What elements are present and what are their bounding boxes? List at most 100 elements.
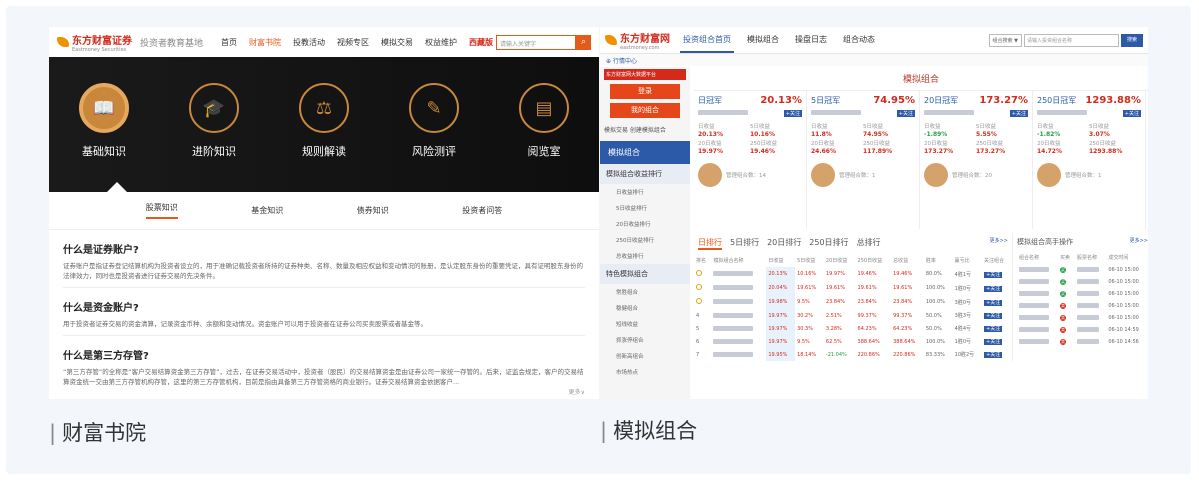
name-cell[interactable]	[711, 348, 766, 361]
qa-question[interactable]: 什么是证券账户?	[63, 241, 585, 256]
table-row[interactable]: 6 19.97% 9.5% 62.5% 388.64% 388.64% 100.0% 1胜0亏…	[694, 335, 1012, 348]
rank-tab[interactable]: 总排行	[857, 237, 881, 250]
sidebar-link[interactable]: 创新高组合	[600, 348, 690, 364]
follow-button[interactable]: +关注	[783, 110, 802, 117]
nav-item[interactable]: 权益维护	[425, 37, 457, 48]
nav-item[interactable]: 模拟交易	[381, 37, 413, 48]
top-tab[interactable]: 模拟组合	[744, 28, 782, 53]
table-row[interactable]: 买 06-10 15:00	[1017, 264, 1148, 276]
table-row[interactable]: 19.98% 9.5% 23.84% 23.84% 23.84% 100.0% 3胜0亏 +关…	[694, 295, 1012, 309]
name-cell[interactable]	[1017, 276, 1058, 288]
name-cell[interactable]	[1017, 312, 1058, 324]
sidebar-section-title[interactable]: 模拟组合	[600, 141, 690, 164]
hero-item[interactable]: ▤ 阅览室	[504, 83, 584, 159]
name-cell[interactable]	[711, 322, 766, 335]
name-cell[interactable]	[1017, 264, 1058, 276]
follow-button[interactable]: +关注	[984, 352, 1003, 358]
search-type-select[interactable]: 组合搜索 ▼	[988, 33, 1022, 47]
sidebar-link[interactable]: 稳健组合	[600, 300, 690, 316]
sidebar-group-ranking[interactable]: 模拟组合收益排行	[600, 164, 690, 184]
table-row[interactable]: 卖 06-10 14:56	[1017, 336, 1148, 348]
nav-item[interactable]: 投教活动	[293, 37, 325, 48]
search-input[interactable]: 请输入投资组合名称	[1023, 33, 1119, 47]
nav-item[interactable]: 财富书院	[249, 37, 281, 48]
search-input[interactable]: 请输入关键字	[496, 34, 576, 50]
follow-button[interactable]: +关注	[984, 313, 1003, 319]
follow-button[interactable]: +关注	[984, 326, 1003, 332]
champion-card[interactable]: 250日冠军 1293.88% +关注 日收益 5日收益 -1.82% 3.07% 20日收益…	[1033, 91, 1146, 229]
brand-logo[interactable]: 东方财富网 eastmoney.com	[605, 30, 670, 51]
table-row[interactable]: 买 06-10 15:00	[1017, 288, 1148, 300]
rank-tab[interactable]: 250日排行	[809, 237, 848, 250]
follow-button[interactable]: +关注	[1122, 110, 1141, 117]
follow-button[interactable]: +关注	[984, 299, 1003, 306]
table-row[interactable]: 20.13% 10.16% 19.97% 19.46% 19.46% 80.0% 4胜1亏 +…	[694, 267, 1012, 281]
bigdata-banner[interactable]: 东方财富网大数据平台	[604, 69, 686, 80]
more-link[interactable]: 更多>>	[1130, 237, 1148, 247]
top-tab[interactable]: 投资组合首页	[680, 28, 734, 53]
login-button[interactable]: 登录	[610, 84, 680, 99]
sidebar-link[interactable]: 250日收益排行	[600, 232, 690, 248]
name-cell[interactable]	[711, 295, 766, 309]
name-cell[interactable]	[711, 309, 766, 322]
table-row[interactable]: 卖 06-10 15:00	[1017, 300, 1148, 312]
my-portfolio-button[interactable]: 我的组合	[610, 103, 680, 118]
more-link[interactable]: 更多∨	[569, 387, 585, 396]
nav-item[interactable]: 视频专区	[337, 37, 369, 48]
table-row[interactable]: 卖 06-10 15:00	[1017, 312, 1148, 324]
more-link[interactable]: 更多>>	[990, 237, 1008, 250]
sidebar-link[interactable]: 日收益排行	[600, 184, 690, 200]
top-tab[interactable]: 操盘日志	[792, 28, 830, 53]
sidebar-link[interactable]: 5日收益排行	[600, 200, 690, 216]
table-row[interactable]: 4 19.97% 30.2% 2.51% 99.37% 99.37% 50.0% 3胜3亏 +关…	[694, 309, 1012, 322]
sub-tab[interactable]: 股票知识	[145, 202, 178, 219]
avatar[interactable]	[698, 163, 722, 187]
rank-tab[interactable]: 20日排行	[767, 237, 801, 250]
name-cell[interactable]	[711, 335, 766, 348]
sidebar-group-featured[interactable]: 特色模拟组合	[600, 264, 690, 284]
champion-card[interactable]: 日冠军 20.13% +关注 日收益 5日收益 20.13% 10.16% 20日收益 250日…	[694, 91, 807, 229]
hero-item[interactable]: ⚖ 规则解读	[284, 83, 364, 159]
name-cell[interactable]	[1017, 324, 1058, 336]
nav-item[interactable]: 首页	[221, 37, 237, 48]
search-button[interactable]: 搜索	[1120, 33, 1143, 47]
brand-logo[interactable]: 东方财富证券 Eastmoney Securities	[57, 32, 132, 53]
sidebar-link[interactable]: 常胜组合	[600, 284, 690, 300]
table-row[interactable]: 买 06-10 15:00	[1017, 276, 1148, 288]
follow-button[interactable]: +关注	[1009, 110, 1028, 117]
champion-card[interactable]: 5日冠军 74.95% +关注 日收益 5日收益 11.8% 74.95% 20日收益 250日…	[807, 91, 920, 229]
hero-item[interactable]: 🎓 进阶知识	[174, 83, 254, 159]
table-row[interactable]: 5 19.97% 30.3% 3.28% 64.23% 64.23% 50.0% 4胜4亏 +关…	[694, 322, 1012, 335]
table-row[interactable]: 7 19.95% 18.14% -21.04% 220.86% 220.86% 83.33%…	[694, 348, 1012, 361]
quote-center-link[interactable]: ⊕ 行情中心	[600, 54, 1148, 66]
name-cell[interactable]	[711, 267, 766, 281]
follow-button[interactable]: +关注	[984, 285, 1003, 292]
table-row[interactable]: 卖 06-10 14:59	[1017, 324, 1148, 336]
avatar[interactable]	[924, 163, 948, 187]
name-cell[interactable]	[1017, 300, 1058, 312]
name-cell[interactable]	[711, 281, 766, 295]
quick-links[interactable]: 模拟交易 创建模拟组合	[600, 122, 690, 137]
sidebar-link[interactable]: 市场热点	[600, 364, 690, 380]
rank-tab[interactable]: 日排行	[698, 237, 722, 250]
avatar[interactable]	[1037, 163, 1061, 187]
sidebar-link[interactable]: 短线收益	[600, 316, 690, 332]
sub-tab[interactable]: 债券知识	[357, 205, 389, 216]
sub-tab[interactable]: 基金知识	[251, 205, 283, 216]
follow-button[interactable]: +关注	[896, 110, 915, 117]
search-icon[interactable]: ⌕	[576, 34, 591, 50]
avatar[interactable]	[811, 163, 835, 187]
name-cell[interactable]	[1017, 336, 1058, 348]
sub-tab[interactable]: 投资者问答	[462, 205, 502, 216]
sidebar-link[interactable]: 总收益排行	[600, 248, 690, 264]
top-tab[interactable]: 组合动态	[840, 28, 878, 53]
sidebar-link[interactable]: 抓涨停组合	[600, 332, 690, 348]
follow-button[interactable]: +关注	[984, 339, 1003, 345]
follow-button[interactable]: +关注	[984, 271, 1003, 278]
table-row[interactable]: 20.04% 19.61% 19.61% 19.61% 19.61% 100.0% 1胜0亏…	[694, 281, 1012, 295]
qa-question[interactable]: 什么是资金账户?	[63, 299, 585, 314]
rank-tab[interactable]: 5日排行	[730, 237, 759, 250]
hero-item[interactable]: ✎ 风险测评	[394, 83, 474, 159]
champion-card[interactable]: 20日冠军 173.27% +关注 日收益 5日收益 -1.89% 5.55% 20日收益 25…	[920, 91, 1033, 229]
qa-question[interactable]: 什么是第三方存管?	[63, 347, 585, 362]
